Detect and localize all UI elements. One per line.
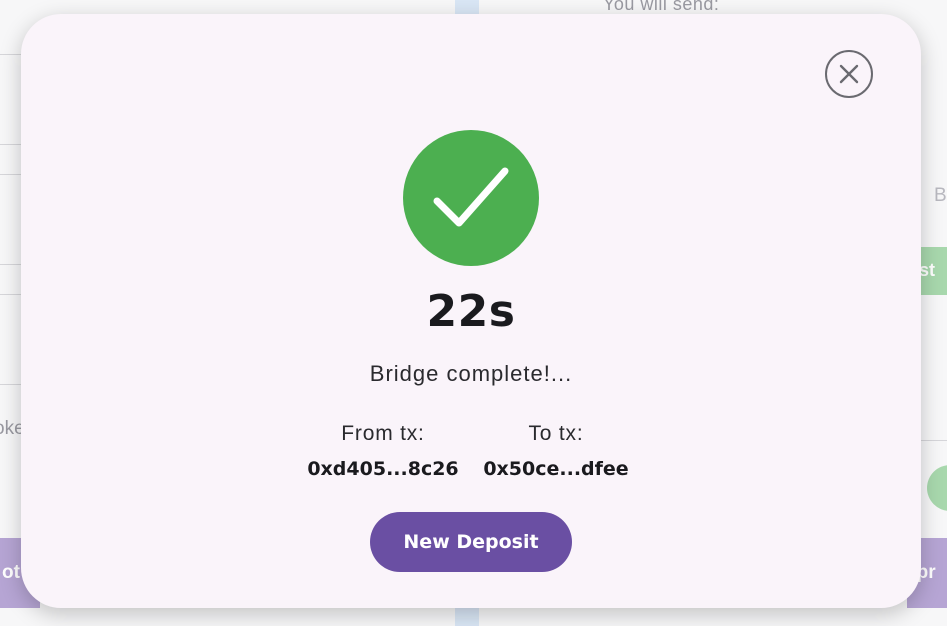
new-deposit-button[interactable]: New Deposit — [370, 512, 572, 572]
from-tx-block: From tx: 0xd405...8c26 — [303, 422, 463, 480]
close-icon — [839, 64, 859, 84]
bridge-complete-modal: 22s Bridge complete!... From tx: 0xd405.… — [21, 14, 921, 608]
status-message: Bridge complete!... — [369, 361, 573, 386]
from-tx-hash-link[interactable]: 0xd405...8c26 — [303, 458, 463, 480]
send-label: You will send: — [603, 0, 720, 14]
to-tx-hash-link[interactable]: 0x50ce...dfee — [476, 458, 636, 480]
elapsed-timer: 22s — [426, 286, 516, 337]
success-badge — [403, 130, 539, 266]
balance-label-fragment: B — [934, 185, 947, 206]
close-button[interactable] — [825, 50, 873, 98]
from-tx-label: From tx: — [341, 422, 425, 445]
to-tx-label: To tx: — [528, 422, 584, 445]
to-tx-block: To tx: 0x50ce...dfee — [476, 422, 636, 480]
left-action-label: ot — [2, 562, 20, 583]
page: You will send: oke B st ot ppr 22s Bridg… — [0, 0, 947, 626]
checkmark-icon — [433, 167, 509, 227]
